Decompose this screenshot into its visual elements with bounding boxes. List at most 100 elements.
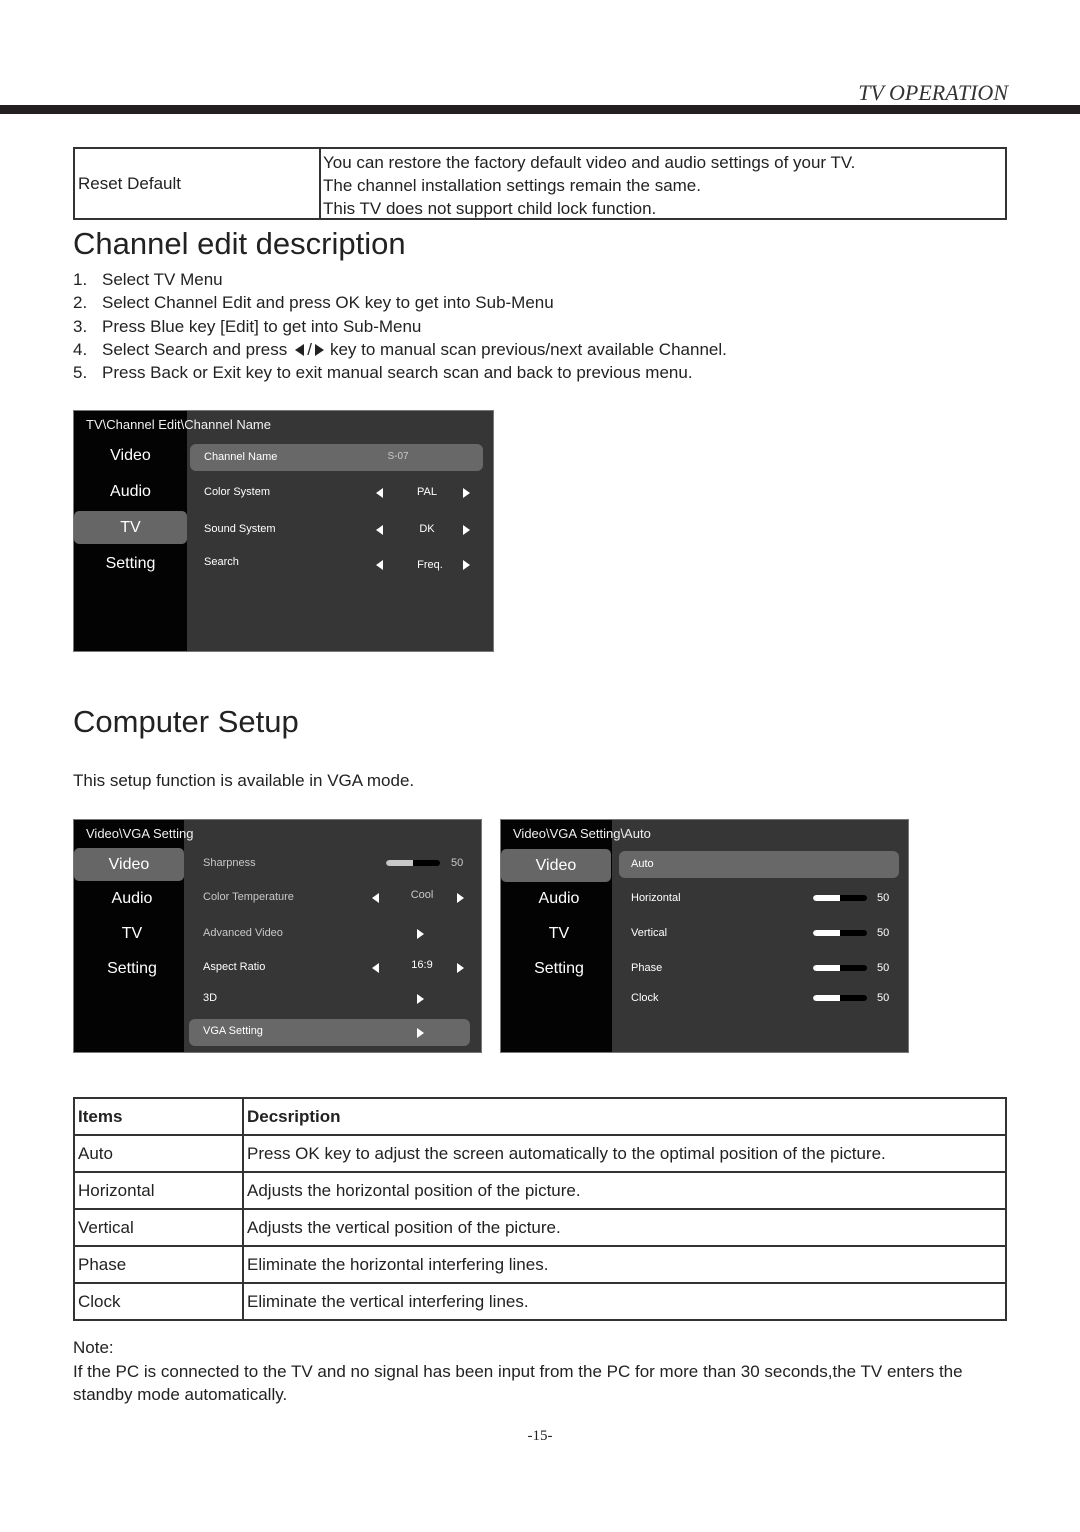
reset-default-description: You can restore the factory default vide… bbox=[321, 149, 1005, 218]
right-arrow-icon[interactable] bbox=[463, 560, 470, 570]
menu-row-sound-system[interactable]: Sound System DK bbox=[190, 516, 483, 543]
item-name: Phase bbox=[73, 1245, 244, 1284]
row-label: Phase bbox=[631, 962, 663, 974]
menu-row-horizontal[interactable]: Horizontal 50 bbox=[619, 885, 898, 912]
menu-category-setting[interactable]: Setting bbox=[74, 952, 190, 985]
description-line: The channel installation settings remain… bbox=[323, 176, 701, 195]
slider-fill bbox=[386, 860, 413, 866]
phase-slider[interactable] bbox=[813, 965, 867, 971]
menu-category-setting[interactable]: Setting bbox=[501, 952, 617, 985]
menu-breadcrumb: Video\VGA Setting\Auto bbox=[513, 826, 651, 841]
step-item: 2. Select Channel Edit and press OK key t… bbox=[73, 291, 727, 314]
clock-slider[interactable] bbox=[813, 995, 867, 1001]
item-description: Adjusts the horizontal position of the p… bbox=[242, 1171, 1007, 1210]
menu-row-channel-name[interactable]: Channel Name S-07 bbox=[190, 444, 483, 471]
step-number: 1. bbox=[73, 270, 88, 289]
item-description: Adjusts the vertical position of the pic… bbox=[242, 1208, 1007, 1247]
step-number: 4. bbox=[73, 339, 88, 359]
menu-breadcrumb: TV\Channel Edit\Channel Name bbox=[86, 417, 271, 432]
slider-value: 50 bbox=[451, 857, 464, 869]
slider-fill bbox=[813, 995, 840, 1001]
vertical-slider[interactable] bbox=[813, 930, 867, 936]
sharpness-slider[interactable] bbox=[386, 860, 440, 866]
right-arrow-icon bbox=[314, 343, 324, 356]
menu-breadcrumb: Video\VGA Setting bbox=[86, 826, 194, 841]
slider-value: 50 bbox=[877, 927, 890, 939]
menu-row-aspect-ratio[interactable]: Aspect Ratio 16:9 bbox=[189, 954, 471, 981]
menu-row-phase[interactable]: Phase 50 bbox=[619, 955, 898, 982]
menu-row-auto[interactable]: Auto bbox=[619, 851, 899, 878]
left-arrow-icon[interactable] bbox=[376, 525, 383, 535]
menu-row-3d[interactable]: 3D bbox=[189, 985, 471, 1012]
channel-edit-title: Channel edit description bbox=[73, 226, 406, 261]
items-description-table: Items Decsription Auto Press OK key to a… bbox=[73, 1097, 1007, 1321]
menu-category-setting[interactable]: Setting bbox=[74, 547, 187, 580]
menu-row-vertical[interactable]: Vertical 50 bbox=[619, 920, 898, 947]
row-value: PAL bbox=[417, 486, 437, 498]
channel-edit-menu-screen: TV\Channel Edit\Channel Name Video Audio… bbox=[73, 410, 494, 652]
menu-row-advanced-video[interactable]: Advanced Video bbox=[189, 920, 471, 947]
step-item: 5. Press Back or Exit key to exit manual … bbox=[73, 361, 727, 384]
menu-category-tv[interactable]: TV bbox=[74, 917, 190, 950]
row-label: Advanced Video bbox=[203, 927, 283, 939]
right-arrow-icon[interactable] bbox=[417, 994, 424, 1004]
right-arrow-icon[interactable] bbox=[457, 963, 464, 973]
horizontal-slider[interactable] bbox=[813, 895, 867, 901]
item-description: Press OK key to adjust the screen automa… bbox=[242, 1134, 1007, 1173]
row-value: Cool bbox=[410, 889, 434, 901]
right-arrow-icon[interactable] bbox=[463, 488, 470, 498]
right-arrow-icon[interactable] bbox=[417, 929, 424, 939]
menu-row-color-system[interactable]: Color System PAL bbox=[190, 479, 483, 506]
page-number: -15- bbox=[527, 1428, 553, 1444]
menu-category-video[interactable]: Video bbox=[501, 849, 611, 882]
step-number: 5. bbox=[73, 363, 88, 383]
menu-category-tv[interactable]: TV bbox=[501, 917, 617, 950]
note-block: Note: If the PC is connected to the TV a… bbox=[73, 1336, 1013, 1407]
menu-row-color-temperature[interactable]: Color Temperature Cool bbox=[189, 884, 471, 911]
row-value: Freq. bbox=[417, 559, 443, 571]
menu-category-tv[interactable]: TV bbox=[74, 511, 187, 544]
slider-fill bbox=[813, 895, 840, 901]
step-item: 4. Select Search and press / key to manu… bbox=[73, 338, 727, 361]
step-text: key to manual scan previous/next availab… bbox=[329, 339, 727, 359]
row-value: 16:9 bbox=[411, 959, 433, 971]
header-description: Decsription bbox=[242, 1097, 1007, 1136]
menu-row-sharpness[interactable]: Sharpness 50 bbox=[189, 850, 471, 877]
row-label: Color Temperature bbox=[203, 891, 294, 903]
right-arrow-icon[interactable] bbox=[457, 893, 464, 903]
step-number: 2. bbox=[73, 293, 88, 313]
description-line: This TV does not support child lock func… bbox=[323, 199, 657, 218]
right-arrow-icon[interactable] bbox=[463, 525, 470, 535]
menu-row-clock[interactable]: Clock 50 bbox=[619, 985, 898, 1012]
menu-category-video[interactable]: Video bbox=[74, 848, 184, 881]
row-label: Clock bbox=[631, 992, 659, 1004]
left-arrow-icon bbox=[295, 343, 305, 356]
item-name: Horizontal bbox=[73, 1171, 244, 1210]
menu-category-audio[interactable]: Audio bbox=[501, 882, 617, 915]
right-arrow-icon[interactable] bbox=[417, 1028, 424, 1038]
left-arrow-icon[interactable] bbox=[372, 893, 379, 903]
menu-category-audio[interactable]: Audio bbox=[74, 475, 187, 508]
reset-default-table: Reset Default You can restore the factor… bbox=[73, 147, 1007, 220]
note-text: If the PC is connected to the TV and no … bbox=[73, 1361, 963, 1405]
item-name: Clock bbox=[73, 1282, 244, 1321]
item-name: Auto bbox=[73, 1134, 244, 1173]
slash-separator: / bbox=[307, 340, 312, 360]
left-arrow-icon[interactable] bbox=[372, 963, 379, 973]
left-arrow-icon[interactable] bbox=[376, 488, 383, 498]
table-row: Auto Press OK key to adjust the screen a… bbox=[73, 1134, 1007, 1173]
row-label: Color System bbox=[204, 486, 271, 498]
menu-category-audio[interactable]: Audio bbox=[74, 882, 190, 915]
reset-default-label: Reset Default bbox=[75, 149, 321, 218]
table-row: Vertical Adjusts the vertical position o… bbox=[73, 1208, 1007, 1247]
menu-row-search[interactable]: Search Freq. bbox=[190, 551, 483, 578]
left-arrow-icon[interactable] bbox=[376, 560, 383, 570]
menu-category-video[interactable]: Video bbox=[74, 439, 187, 472]
menu-row-vga-setting[interactable]: VGA Setting bbox=[189, 1019, 470, 1046]
row-label: Auto bbox=[631, 858, 654, 870]
row-label: Aspect Ratio bbox=[203, 961, 266, 973]
note-label: Note: bbox=[73, 1338, 114, 1357]
step-item: 1. Select TV Menu bbox=[73, 268, 727, 291]
item-description: Eliminate the vertical interfering lines… bbox=[242, 1282, 1007, 1321]
step-text: Press Blue key [Edit] to get into Sub-Me… bbox=[102, 316, 422, 336]
